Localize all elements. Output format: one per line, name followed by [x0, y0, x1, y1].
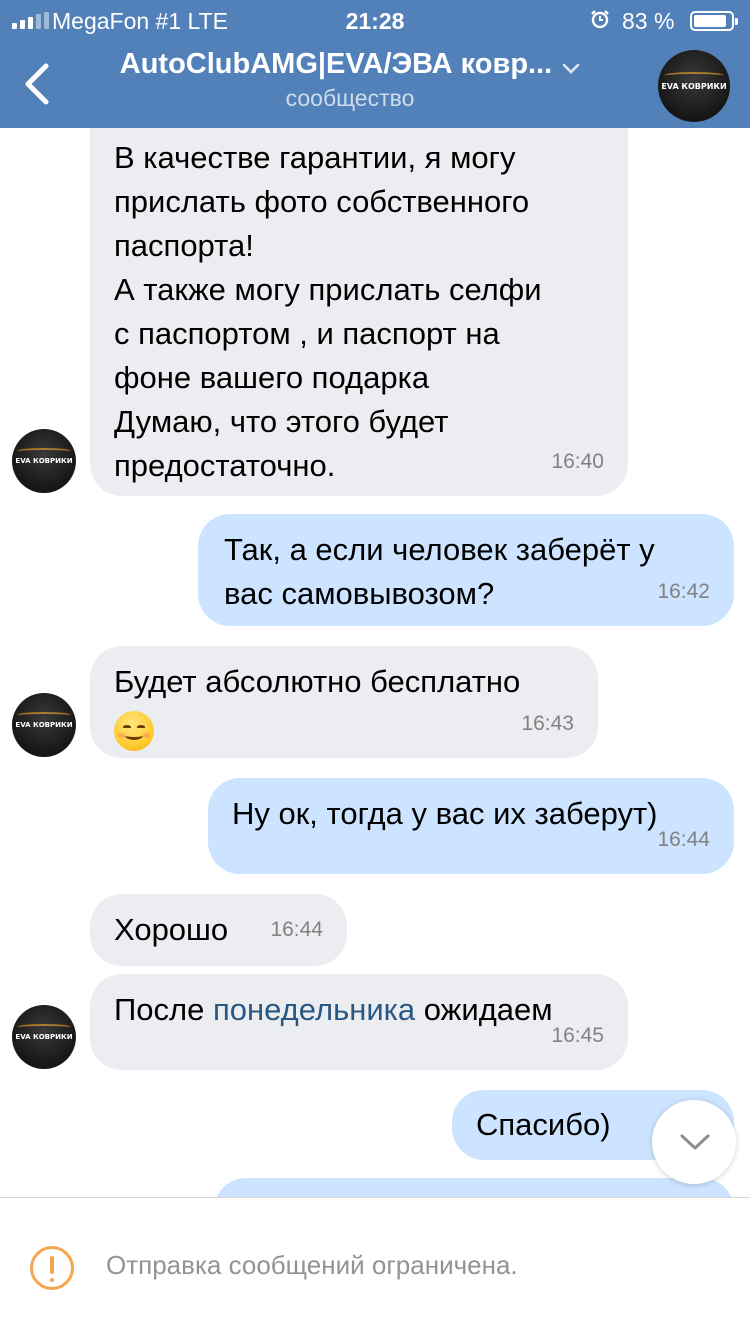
avatar-label: EVA КОВРИКИ — [15, 457, 73, 466]
sender-avatar[interactable]: EVA КОВРИКИ — [12, 429, 76, 493]
back-arrow-icon[interactable] — [20, 60, 60, 108]
message-time: 16:43 — [521, 712, 574, 735]
message-list[interactable]: В качестве гарантии, я могу прислать фот… — [0, 128, 750, 1198]
message-text: Будет абсолютно бесплатно — [114, 664, 521, 699]
message-text: После понедельника ожидаем — [114, 988, 604, 1032]
avatar-label: EVA КОВРИКИ — [15, 1033, 73, 1042]
battery-icon — [690, 11, 738, 31]
warning-icon — [30, 1246, 74, 1290]
message-text: Хорошо — [114, 912, 229, 947]
message-text: А также могу прислать селфи — [114, 272, 542, 307]
message-text: Думаю, что этого будет — [114, 404, 449, 439]
message-text: с паспортом , и паспорт на — [114, 316, 500, 351]
chat-title-area[interactable]: AutoClubAMG|EVA/ЭВА ковр... сообщество — [90, 48, 610, 112]
message-time: 16:42 — [657, 580, 710, 603]
message-text-part: После — [114, 992, 213, 1027]
smiling-face-emoji-icon — [114, 710, 154, 751]
message-bubble-incoming[interactable]: После понедельника ожидаем 16:45 — [90, 974, 628, 1070]
navigation-header: MegaFon #1 LTE 21:28 83 % AutoClubAMG|EV… — [0, 0, 750, 128]
message-text: Ну ок, тогда у вас их заберут) — [232, 796, 658, 831]
avatar-label: EVA КОВРИКИ — [15, 721, 73, 730]
battery-percent: 83 % — [622, 8, 675, 34]
sender-avatar[interactable]: EVA КОВРИКИ — [12, 693, 76, 757]
message-time: 16:40 — [551, 450, 604, 473]
restriction-notice: Отправка сообщений ограничена. — [106, 1250, 518, 1280]
message-text: Спасибо) — [476, 1107, 611, 1142]
chevron-down-icon — [680, 1134, 710, 1150]
message-text: прислать фото собственного — [114, 184, 530, 219]
scroll-down-button[interactable] — [652, 1100, 736, 1184]
avatar-label: EVA КОВРИКИ — [661, 81, 727, 91]
message-bubble-incoming[interactable]: Хорошо 16:44 — [90, 894, 347, 966]
composer-restricted-bar: Отправка сообщений ограничена. — [0, 1197, 750, 1334]
sender-avatar[interactable]: EVA КОВРИКИ — [12, 1005, 76, 1069]
message-text: Так, а если человек заберёт у — [224, 532, 655, 567]
community-avatar[interactable]: EVA КОВРИКИ — [658, 50, 730, 122]
status-bar: MegaFon #1 LTE 21:28 83 % — [0, 8, 750, 34]
message-time: 16:44 — [270, 918, 323, 941]
message-text: паспорта! — [114, 228, 254, 263]
message-text-part: ожидаем — [415, 992, 553, 1027]
message-bubble-outgoing[interactable] — [214, 1178, 734, 1198]
message-text: вас самовывозом? — [224, 576, 495, 611]
message-text: фоне вашего подарка — [114, 360, 430, 395]
message-bubble-incoming[interactable]: В качестве гарантии, я могу прислать фот… — [90, 128, 628, 496]
chat-title[interactable]: AutoClubAMG|EVA/ЭВА ковр... — [120, 48, 552, 81]
message-link[interactable]: понедельника — [213, 992, 415, 1027]
chevron-down-icon[interactable] — [562, 62, 580, 76]
message-text: предостаточно. — [114, 448, 336, 483]
message-text: В качестве гарантии, я могу — [114, 140, 516, 175]
message-bubble-outgoing[interactable]: Ну ок, тогда у вас их заберут) 16:44 — [208, 778, 734, 874]
message-time: 16:45 — [551, 1024, 604, 1047]
message-time: 16:44 — [657, 828, 710, 851]
message-bubble-incoming[interactable]: Будет абсолютно бесплатно 16:43 — [90, 646, 598, 758]
alarm-icon — [591, 10, 609, 29]
message-bubble-outgoing[interactable]: Так, а если человек заберёт у вас самовы… — [198, 514, 734, 626]
chat-subtitle: сообщество — [285, 85, 415, 111]
